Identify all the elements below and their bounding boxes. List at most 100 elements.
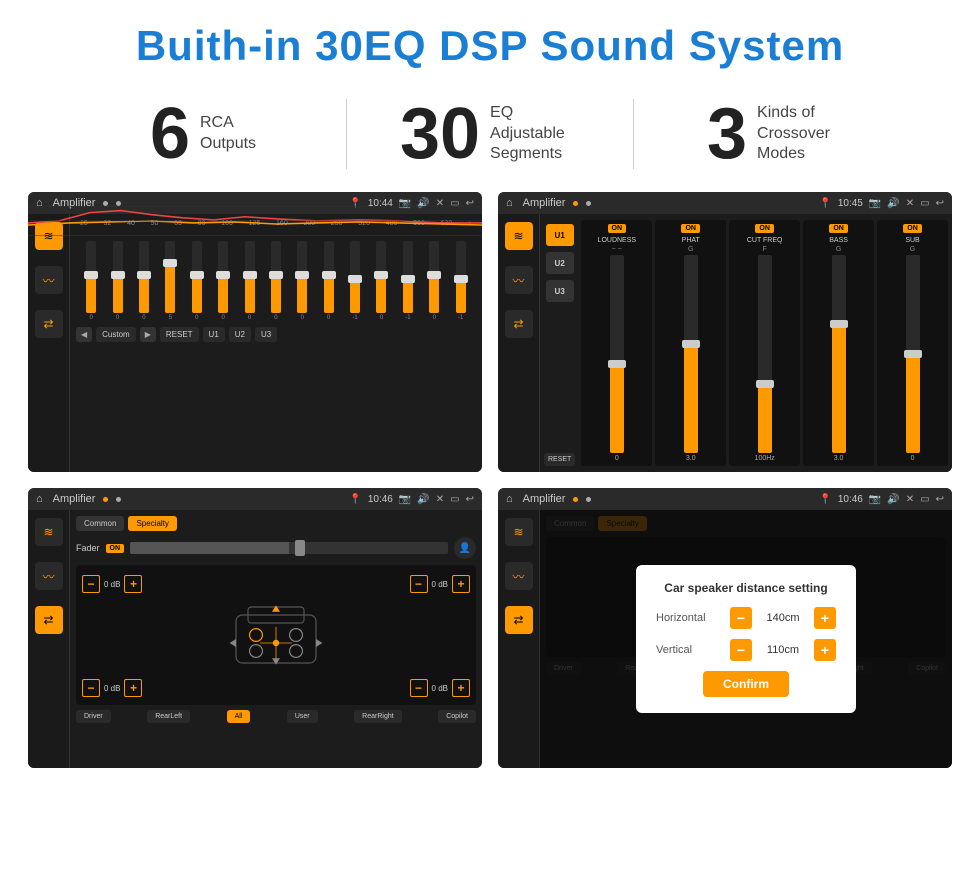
sub-on-badge[interactable]: ON	[903, 224, 922, 233]
db-minus-bl[interactable]: −	[82, 679, 100, 697]
loudness-slider[interactable]	[610, 255, 624, 453]
cross-channel-phat: ON PHAT G 3.0	[655, 220, 726, 466]
phat-slider[interactable]	[684, 255, 698, 453]
user-btn[interactable]: User	[287, 710, 318, 723]
eq-u2-btn[interactable]: U2	[229, 327, 251, 342]
fader-tab-common[interactable]: Common	[76, 516, 124, 531]
db-plus-br[interactable]: +	[452, 679, 470, 697]
eq-slider-4[interactable]: 5	[163, 241, 177, 321]
cutfreq-on-badge[interactable]: ON	[755, 224, 774, 233]
home-icon-4[interactable]: ⌂	[506, 493, 513, 505]
cutfreq-slider[interactable]	[758, 255, 772, 453]
eq-slider-9[interactable]: 0	[295, 241, 309, 321]
back-icon-3[interactable]: ↩	[466, 494, 474, 505]
eq-screen: ⌂ Amplifier 📍 10:44 📷 🔊 ✕ ▭ ↩ ≋ 〰 ⇄	[28, 192, 482, 472]
sub-slider[interactable]	[906, 255, 920, 453]
cross-sidebar-btn-2[interactable]: 〰	[505, 266, 533, 294]
rearright-btn[interactable]: RearRight	[354, 710, 402, 723]
fader-tab-specialty[interactable]: Specialty	[128, 516, 176, 531]
fader-on-badge[interactable]: ON	[106, 544, 125, 553]
bass-on-badge[interactable]: ON	[829, 224, 848, 233]
home-icon-2[interactable]: ⌂	[506, 197, 513, 209]
eq-u3-btn[interactable]: U3	[255, 327, 277, 342]
db-plus-tr[interactable]: +	[452, 575, 470, 593]
u3-preset-btn[interactable]: U3	[546, 280, 574, 302]
avatar-icon: 👤	[454, 537, 476, 559]
distance-modal-box: Car speaker distance setting Horizontal …	[636, 565, 856, 713]
cutfreq-label: CUT FREQ	[747, 237, 783, 244]
phat-on-badge[interactable]: ON	[681, 224, 700, 233]
battery-icon-2: ▭	[920, 198, 929, 209]
stat-desc-eq: EQ Adjustable Segments	[490, 103, 580, 165]
cross-time: 10:45	[838, 198, 863, 209]
bass-slider[interactable]	[832, 255, 846, 453]
cross-layout: U1 U2 U3 RESET ON LOUDNESS	[544, 220, 948, 466]
eq-slider-7[interactable]: 0	[243, 241, 257, 321]
screenshots-grid: ⌂ Amplifier 📍 10:44 📷 🔊 ✕ ▭ ↩ ≋ 〰 ⇄	[0, 188, 980, 778]
vertical-plus-btn[interactable]: +	[814, 639, 836, 661]
eq-slider-2[interactable]: 0	[111, 241, 125, 321]
db-minus-tl[interactable]: −	[82, 575, 100, 593]
eq-slider-6[interactable]: 0	[216, 241, 230, 321]
volume-icon-3: 🔊	[417, 494, 429, 505]
copilot-btn[interactable]: Copilot	[438, 710, 476, 723]
home-icon-3[interactable]: ⌂	[36, 493, 43, 505]
horizontal-plus-btn[interactable]: +	[814, 607, 836, 629]
vertical-minus-btn[interactable]: −	[730, 639, 752, 661]
eq-slider-13[interactable]: -1	[401, 241, 415, 321]
eq-slider-8[interactable]: 0	[269, 241, 283, 321]
fader-car-diagram: − 0 dB + − 0 dB +	[76, 565, 476, 705]
dist-sidebar-btn-2[interactable]: 〰	[505, 562, 533, 590]
fader-screen: ⌂ Amplifier 📍 10:46 📷 🔊 ✕ ▭ ↩ ≋ 〰 ⇄	[28, 488, 482, 768]
db-minus-tr[interactable]: −	[410, 575, 428, 593]
fader-sidebar-btn-3[interactable]: ⇄	[35, 606, 63, 634]
dist-sidebar-btn-3[interactable]: ⇄	[505, 606, 533, 634]
confirm-button[interactable]: Confirm	[703, 671, 789, 697]
dist-sidebar-btn-1[interactable]: ≋	[505, 518, 533, 546]
eq-u1-btn[interactable]: U1	[203, 327, 225, 342]
all-btn[interactable]: All	[227, 710, 251, 723]
db-minus-br[interactable]: −	[410, 679, 428, 697]
cross-sidebar-btn-1[interactable]: ≋	[505, 222, 533, 250]
eq-slider-1[interactable]: 0	[84, 241, 98, 321]
fader-sidebar-btn-2[interactable]: 〰	[35, 562, 63, 590]
modal-vertical-controls: − 110cm +	[730, 639, 836, 661]
driver-btn[interactable]: Driver	[76, 710, 111, 723]
eq-sidebar-btn-2[interactable]: 〰	[35, 266, 63, 294]
db-plus-bl[interactable]: +	[124, 679, 142, 697]
fader-sidebar-btn-1[interactable]: ≋	[35, 518, 63, 546]
eq-main: 25 32 40 50 63 80 100 125 160 200 250 32…	[70, 214, 482, 472]
db-top-right: − 0 dB +	[410, 575, 470, 593]
eq-slider-11[interactable]: -1	[348, 241, 362, 321]
modal-horizontal-controls: − 140cm +	[730, 607, 836, 629]
db-bot-left: − 0 dB +	[82, 679, 142, 697]
cross-reset-btn[interactable]: RESET	[544, 453, 575, 466]
u2-preset-btn[interactable]: U2	[546, 252, 574, 274]
eq-slider-10[interactable]: 0	[322, 241, 336, 321]
loudness-on-badge[interactable]: ON	[608, 224, 627, 233]
eq-slider-14[interactable]: 0	[427, 241, 441, 321]
back-icon-2[interactable]: ↩	[936, 198, 944, 209]
cross-sidebar-btn-3[interactable]: ⇄	[505, 310, 533, 338]
distance-title: Amplifier	[523, 493, 566, 505]
eq-slider-5[interactable]: 0	[190, 241, 204, 321]
status-dot-fader2	[116, 497, 121, 502]
modal-horizontal-row: Horizontal − 140cm +	[656, 607, 836, 629]
eq-slider-15[interactable]: -1	[454, 241, 468, 321]
u1-preset-btn[interactable]: U1	[546, 224, 574, 246]
eq-sidebar-btn-3[interactable]: ⇄	[35, 310, 63, 338]
eq-slider-12[interactable]: 0	[374, 241, 388, 321]
loudness-label: LOUDNESS	[598, 237, 637, 244]
rearleft-btn[interactable]: RearLeft	[147, 710, 190, 723]
fader-time: 10:46	[368, 494, 393, 505]
eq-slider-3[interactable]: 0	[137, 241, 151, 321]
eq-custom-btn[interactable]: Custom	[96, 327, 136, 342]
eq-next-btn[interactable]: ▶	[140, 327, 156, 342]
horizontal-minus-btn[interactable]: −	[730, 607, 752, 629]
eq-prev-btn[interactable]: ◀	[76, 327, 92, 342]
db-plus-tl[interactable]: +	[124, 575, 142, 593]
eq-reset-btn[interactable]: RESET	[160, 327, 199, 342]
stat-number-eq: 30	[400, 98, 480, 170]
back-icon-4[interactable]: ↩	[936, 494, 944, 505]
fader-slider-bar[interactable]	[130, 542, 448, 554]
